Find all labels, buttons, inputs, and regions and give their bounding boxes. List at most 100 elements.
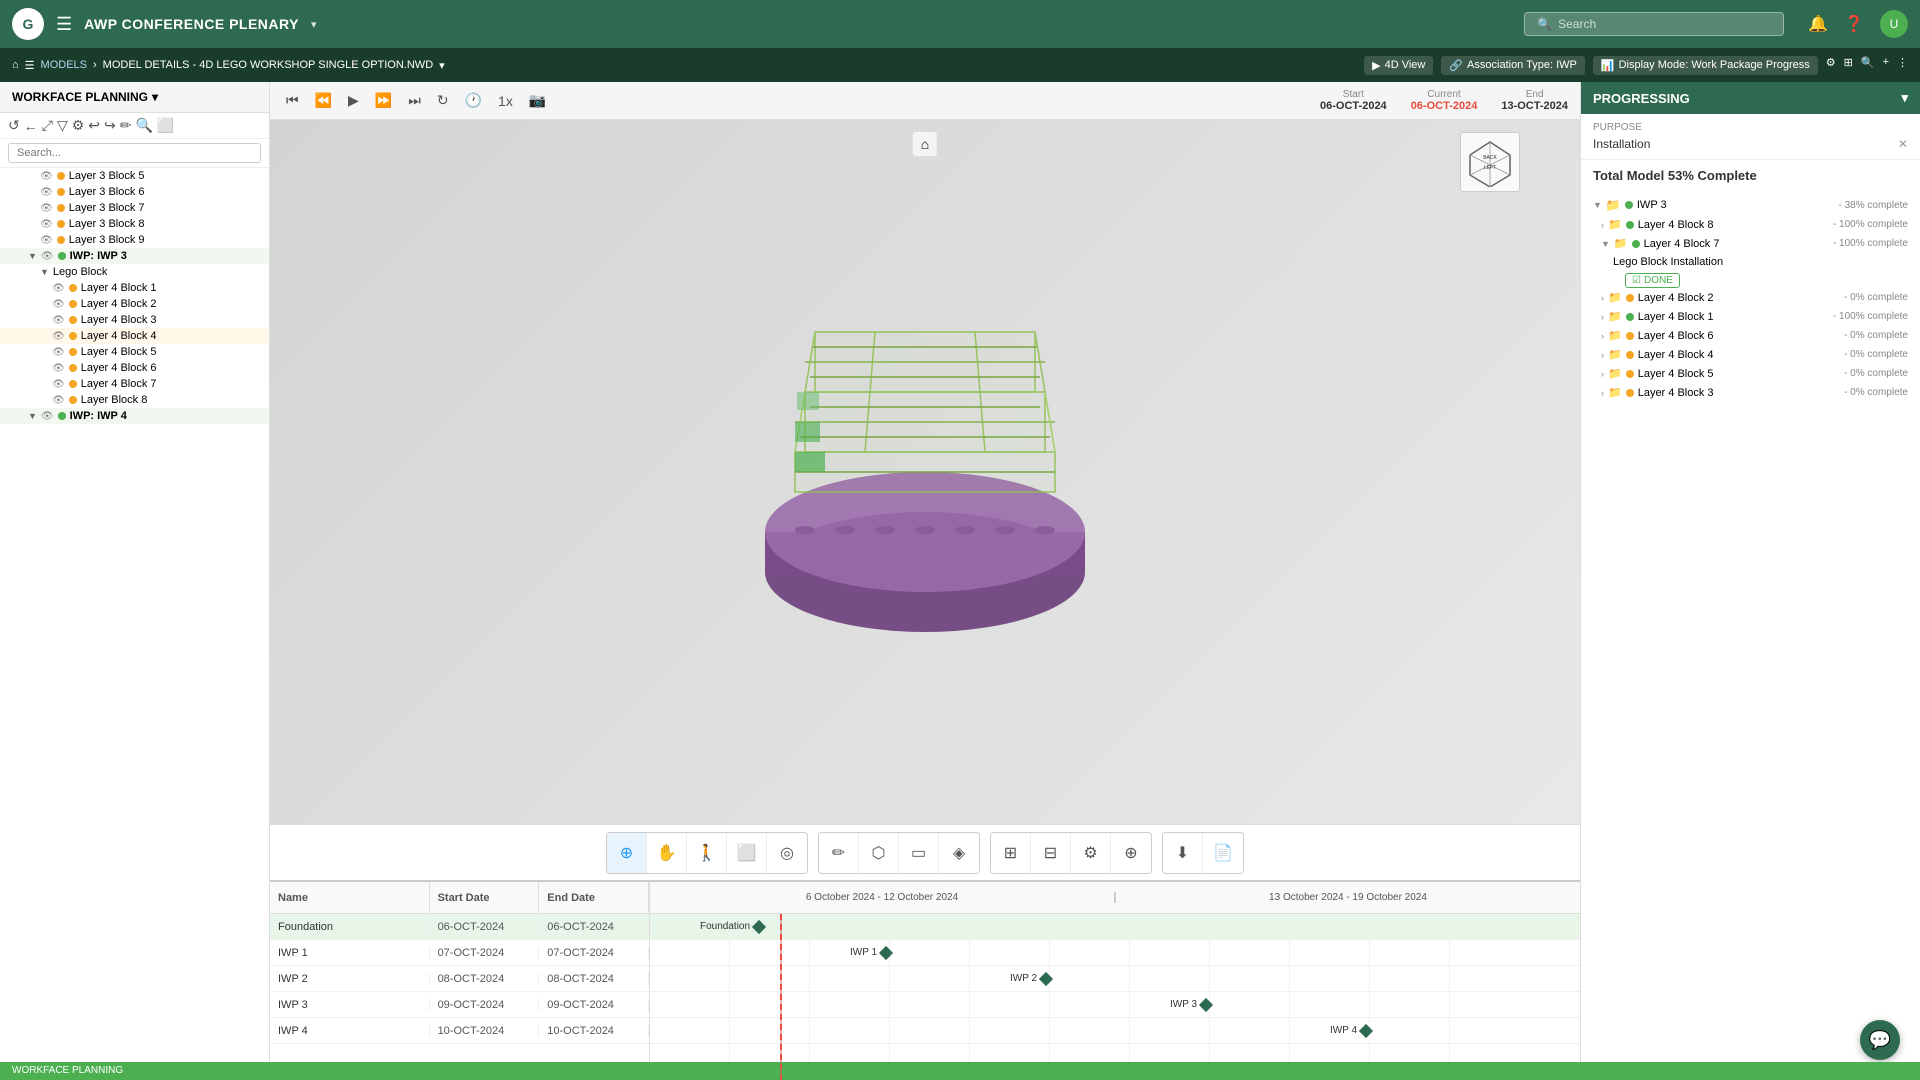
visibility-icon[interactable]: 👁: [52, 395, 65, 406]
sidebar-search-input[interactable]: [8, 143, 261, 163]
zoom-icon[interactable]: 🔍: [135, 117, 152, 134]
iwp-item[interactable]: › 📁 Layer 4 Block 4 - 0% complete: [1581, 345, 1920, 364]
loop-button[interactable]: ↻: [433, 90, 453, 111]
play-start-button[interactable]: ⏮: [282, 90, 303, 111]
grid-view-button[interactable]: ⊞: [991, 833, 1031, 873]
box-tool-button[interactable]: ◈: [939, 833, 979, 873]
visibility-icon[interactable]: 👁: [52, 379, 65, 390]
collapse-icon[interactable]: ▼: [28, 411, 37, 421]
refresh-icon[interactable]: ↺: [8, 117, 20, 134]
dropdown-arrow-icon[interactable]: ▾: [311, 18, 317, 31]
add-icon[interactable]: +: [1883, 56, 1889, 75]
iwp-item[interactable]: › 📁 Layer 4 Block 1 - 100% complete: [1581, 307, 1920, 326]
select-tool-button[interactable]: ⊕: [607, 833, 647, 873]
list-item[interactable]: 👁 Layer 4 Block 5: [0, 344, 269, 360]
play-button[interactable]: ▶: [344, 90, 363, 111]
close-purpose-icon[interactable]: ✕: [1898, 137, 1908, 151]
back-icon[interactable]: ←: [24, 118, 38, 134]
breadcrumb-dropdown[interactable]: ▾: [439, 59, 445, 72]
expand-icon[interactable]: ›: [1601, 293, 1604, 303]
search-input[interactable]: [1558, 17, 1771, 31]
list-item[interactable]: ▼ 👁 IWP: IWP 3: [0, 248, 269, 264]
visibility-icon[interactable]: 👁: [52, 331, 65, 342]
chip-4d-view[interactable]: ▶ 4D View: [1364, 56, 1433, 75]
chat-button[interactable]: 💬: [1860, 1020, 1900, 1060]
nav-icon[interactable]: ☰: [25, 59, 35, 72]
list-item[interactable]: 👁 Layer Block 8: [0, 392, 269, 408]
user-avatar[interactable]: U: [1880, 10, 1908, 38]
collapse-icon[interactable]: ▼: [40, 267, 49, 277]
visibility-icon[interactable]: 👁: [41, 411, 54, 422]
visibility-icon[interactable]: 👁: [52, 283, 65, 294]
select-icon[interactable]: ⬜: [157, 117, 174, 134]
edit-icon[interactable]: ✏: [120, 117, 132, 134]
step-back-button[interactable]: ⏪: [311, 90, 336, 111]
expand-icon[interactable]: ›: [1601, 331, 1604, 341]
iwp-item[interactable]: Lego Block Installation: [1581, 253, 1920, 271]
settings-view-button[interactable]: ⚙: [1071, 833, 1111, 873]
home-icon[interactable]: ⌂: [12, 59, 19, 71]
expand-icon[interactable]: ▼: [1593, 200, 1602, 210]
3d-viewport[interactable]: BACK LEFT ⌂: [270, 120, 1580, 824]
chip-display-mode[interactable]: 📊 Display Mode: Work Package Progress: [1593, 56, 1818, 75]
iwp-item[interactable]: › 📁 Layer 4 Block 3 - 0% complete: [1581, 383, 1920, 402]
menu-button[interactable]: ☰: [56, 14, 72, 35]
list-item[interactable]: 👁 Layer 4 Block 7: [0, 376, 269, 392]
expand-icon[interactable]: ›: [1601, 220, 1604, 230]
iwp-item[interactable]: ▼ 📁 Layer 4 Block 7 - 100% complete: [1581, 234, 1920, 253]
list-item[interactable]: 👁 Layer 4 Block 4: [0, 328, 269, 344]
list-view-button[interactable]: ⊟: [1031, 833, 1071, 873]
list-item[interactable]: 👁 Layer 4 Block 2: [0, 296, 269, 312]
filter-icon[interactable]: ▽: [57, 117, 68, 134]
visibility-icon[interactable]: 👁: [52, 299, 65, 310]
list-item[interactable]: 👁 Layer 3 Block 6: [0, 184, 269, 200]
visibility-icon[interactable]: 👁: [52, 315, 65, 326]
redo-icon[interactable]: ↪: [104, 117, 116, 134]
orientation-cube[interactable]: BACK LEFT: [1460, 132, 1520, 192]
visibility-icon[interactable]: 👁: [52, 347, 65, 358]
list-item[interactable]: 👁 Layer 3 Block 8: [0, 216, 269, 232]
clock-button[interactable]: 🕐: [461, 90, 486, 111]
options-icon[interactable]: ⋮: [1897, 56, 1908, 75]
search-bar[interactable]: 🔍: [1524, 12, 1784, 36]
settings-icon[interactable]: ⚙: [1826, 56, 1836, 75]
visibility-icon[interactable]: 👁: [40, 219, 53, 230]
iwp-item[interactable]: › 📁 Layer 4 Block 6 - 0% complete: [1581, 326, 1920, 345]
right-panel-dropdown-icon[interactable]: ▾: [1901, 90, 1908, 106]
polygon-tool-button[interactable]: ⬡: [859, 833, 899, 873]
list-item[interactable]: 👁 Layer 3 Block 5: [0, 168, 269, 184]
visibility-icon[interactable]: 👁: [40, 171, 53, 182]
export-button[interactable]: 📄: [1203, 833, 1243, 873]
more-view-button[interactable]: ⊕: [1111, 833, 1151, 873]
camera-button[interactable]: 📷: [525, 90, 550, 111]
collapse-icon[interactable]: ▼: [28, 251, 37, 261]
hand-tool-button[interactable]: ✋: [647, 833, 687, 873]
fit-tool-button[interactable]: ⬜: [727, 833, 767, 873]
list-item[interactable]: ▼ Lego Block: [0, 264, 269, 280]
breadcrumb-models[interactable]: MODELS: [41, 59, 87, 71]
visibility-icon[interactable]: 👁: [52, 363, 65, 374]
iwp-item[interactable]: › 📁 Layer 4 Block 8 - 100% complete: [1581, 215, 1920, 234]
search-icon-2[interactable]: 🔍: [1861, 56, 1875, 75]
speed-button[interactable]: 1x: [494, 91, 517, 111]
expand-icon[interactable]: ›: [1601, 312, 1604, 322]
visibility-icon[interactable]: 👁: [40, 187, 53, 198]
home-button[interactable]: ⌂: [913, 132, 937, 156]
visibility-icon[interactable]: 👁: [41, 251, 54, 262]
undo-icon[interactable]: ↩: [88, 117, 100, 134]
expand-icon[interactable]: ⤢: [42, 117, 53, 134]
list-item[interactable]: ▼ 👁 IWP: IWP 4: [0, 408, 269, 424]
expand-icon[interactable]: ›: [1601, 369, 1604, 379]
sidebar-dropdown-icon[interactable]: ▾: [152, 90, 158, 104]
pencil-tool-button[interactable]: ✏: [819, 833, 859, 873]
orbit-tool-button[interactable]: ◎: [767, 833, 807, 873]
list-item[interactable]: 👁 Layer 3 Block 7: [0, 200, 269, 216]
help-icon[interactable]: ❓: [1844, 14, 1864, 34]
settings-tool-icon[interactable]: ⚙: [72, 117, 85, 134]
expand-icon[interactable]: ›: [1601, 350, 1604, 360]
notification-icon[interactable]: 🔔: [1808, 14, 1828, 34]
list-item[interactable]: 👁 Layer 3 Block 9: [0, 232, 269, 248]
expand-icon[interactable]: ▼: [1601, 239, 1610, 249]
visibility-icon[interactable]: 👁: [40, 203, 53, 214]
step-forward-button[interactable]: ⏩: [371, 90, 396, 111]
